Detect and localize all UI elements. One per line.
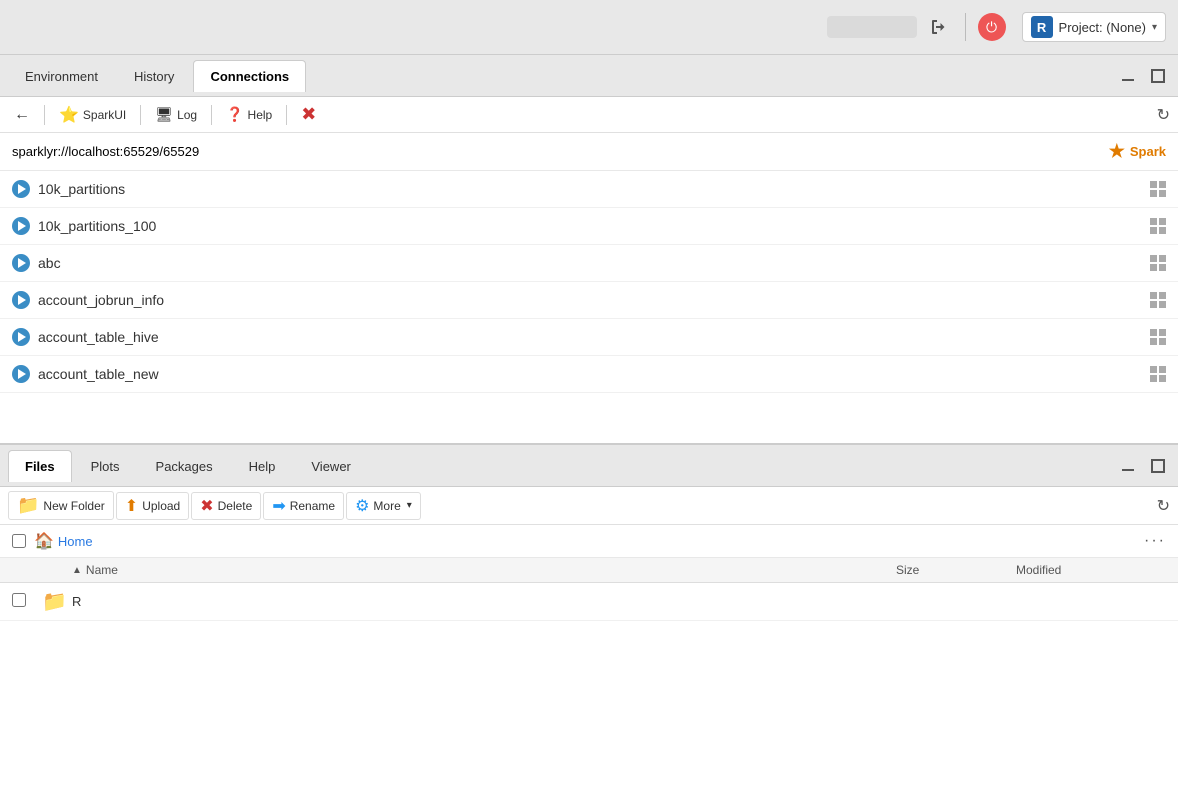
table-grid-icon (1150, 292, 1166, 308)
play-icon (12, 365, 30, 383)
toolbar-sep-1 (44, 105, 45, 125)
disconnect-icon: ✖ (301, 104, 316, 125)
table-row[interactable]: abc (0, 245, 1178, 282)
play-icon (12, 217, 30, 235)
home-icon: 🏠 (34, 531, 54, 551)
header-name-col[interactable]: ▲ Name (72, 563, 896, 577)
top-panel: Environment History Connections ← (0, 55, 1178, 445)
table-row[interactable]: account_jobrun_info (0, 282, 1178, 319)
tab-packages[interactable]: Packages (139, 450, 230, 482)
log-icon: 🖥 (155, 106, 173, 123)
upload-icon: ⬆ (125, 496, 138, 516)
gear-icon: ⚙ (355, 496, 369, 516)
tab-help[interactable]: Help (232, 450, 293, 482)
connection-bar: sparklyr://localhost:65529/65529 ★ Spark (0, 133, 1178, 171)
table-row[interactable]: account_table_hive (0, 319, 1178, 356)
log-button[interactable]: 🖥 Log (149, 103, 203, 126)
bottom-tab-actions (1116, 456, 1170, 476)
toolbar-sep-2 (140, 105, 141, 125)
breadcrumb-more-button[interactable]: ··· (1144, 532, 1166, 550)
top-bar: ⏻ R Project: (None) ▾ (0, 0, 1178, 55)
toolbar-right: ↻ (1157, 105, 1170, 125)
help-button[interactable]: ❓ Help (220, 103, 278, 126)
r-logo: R (1031, 16, 1053, 38)
table-grid-icon (1150, 218, 1166, 234)
sort-arrow-icon: ▲ (72, 565, 82, 576)
sparkui-icon: ⭐ (59, 105, 79, 125)
power-button[interactable]: ⏻ (978, 13, 1006, 41)
rename-button[interactable]: ➡ Rename (263, 492, 344, 520)
files-toolbar: 📁 New Folder ⬆ Upload ✖ Delete ➡ Rename … (0, 487, 1178, 525)
more-chevron-icon: ▾ (407, 500, 412, 511)
spark-label: Spark (1130, 144, 1166, 159)
user-avatar (827, 16, 917, 38)
header-size-col: Size (896, 563, 1016, 577)
toolbar-sep-3 (211, 105, 212, 125)
home-breadcrumb[interactable]: 🏠 Home (34, 531, 93, 551)
tab-connections[interactable]: Connections (193, 60, 306, 92)
select-all-checkbox[interactable] (12, 534, 26, 548)
delete-button[interactable]: ✖ Delete (191, 492, 261, 520)
bottom-panel: Files Plots Packages Help Viewer (0, 445, 1178, 808)
minimize-button[interactable] (1116, 66, 1140, 86)
tab-files[interactable]: Files (8, 450, 72, 482)
toolbar-sep-4 (286, 105, 287, 125)
main-layout: Environment History Connections ← (0, 55, 1178, 808)
project-label: Project: (None) (1059, 20, 1146, 35)
table-list: 10k_partitions 10k_partitions_100 (0, 171, 1178, 393)
chevron-down-icon: ▾ (1152, 22, 1157, 33)
divider (965, 13, 966, 41)
refresh-button[interactable]: ↻ (1157, 105, 1170, 125)
file-row[interactable]: 📁 R (0, 583, 1178, 621)
back-button[interactable]: ← (8, 103, 36, 127)
top-tab-bar: Environment History Connections (0, 55, 1178, 97)
tab-environment[interactable]: Environment (8, 60, 115, 92)
file-name: R (72, 594, 81, 609)
file-checkbox[interactable] (12, 593, 26, 607)
play-icon (12, 328, 30, 346)
tab-plots[interactable]: Plots (74, 450, 137, 482)
sign-out-button[interactable] (925, 15, 953, 39)
delete-icon: ✖ (200, 496, 213, 516)
new-folder-button[interactable]: 📁 New Folder (8, 491, 114, 520)
sparkui-button[interactable]: ⭐ SparkUI (53, 102, 132, 128)
breadcrumb-bar: 🏠 Home ··· (0, 525, 1178, 558)
table-grid-icon (1150, 181, 1166, 197)
connections-toolbar: ← ⭐ SparkUI 🖥 Log ❓ Help ✖ ↻ (0, 97, 1178, 133)
bottom-tab-bar: Files Plots Packages Help Viewer (0, 445, 1178, 487)
table-grid-icon (1150, 366, 1166, 382)
table-grid-icon (1150, 329, 1166, 345)
play-icon (12, 254, 30, 272)
folder-icon: 📁 (42, 591, 67, 613)
project-selector[interactable]: R Project: (None) ▾ (1022, 12, 1166, 42)
upload-button[interactable]: ⬆ Upload (116, 492, 189, 520)
table-grid-icon (1150, 255, 1166, 271)
tab-viewer[interactable]: Viewer (294, 450, 368, 482)
spark-star-icon: ★ (1109, 141, 1125, 162)
maximize-button[interactable] (1146, 66, 1170, 86)
play-icon (12, 291, 30, 309)
tab-history[interactable]: History (117, 60, 191, 92)
more-button[interactable]: ⚙ More ▾ (346, 492, 421, 520)
disconnect-button[interactable]: ✖ (295, 101, 322, 128)
table-row[interactable]: account_table_new (0, 356, 1178, 393)
play-icon (12, 180, 30, 198)
rename-icon: ➡ (272, 496, 285, 516)
files-table-header: ▲ Name Size Modified (0, 558, 1178, 583)
spark-badge: ★ Spark (1109, 141, 1166, 162)
top-tab-actions (1116, 66, 1170, 86)
bottom-minimize-button[interactable] (1116, 456, 1140, 476)
connection-url: sparklyr://localhost:65529/65529 (12, 144, 199, 159)
files-refresh-button[interactable]: ↻ (1157, 496, 1170, 516)
bottom-maximize-button[interactable] (1146, 456, 1170, 476)
header-modified-col: Modified (1016, 563, 1166, 577)
table-row[interactable]: 10k_partitions_100 (0, 208, 1178, 245)
new-folder-icon: 📁 (17, 495, 39, 516)
back-icon: ← (14, 106, 30, 124)
help-icon: ❓ (226, 106, 243, 123)
table-row[interactable]: 10k_partitions (0, 171, 1178, 208)
